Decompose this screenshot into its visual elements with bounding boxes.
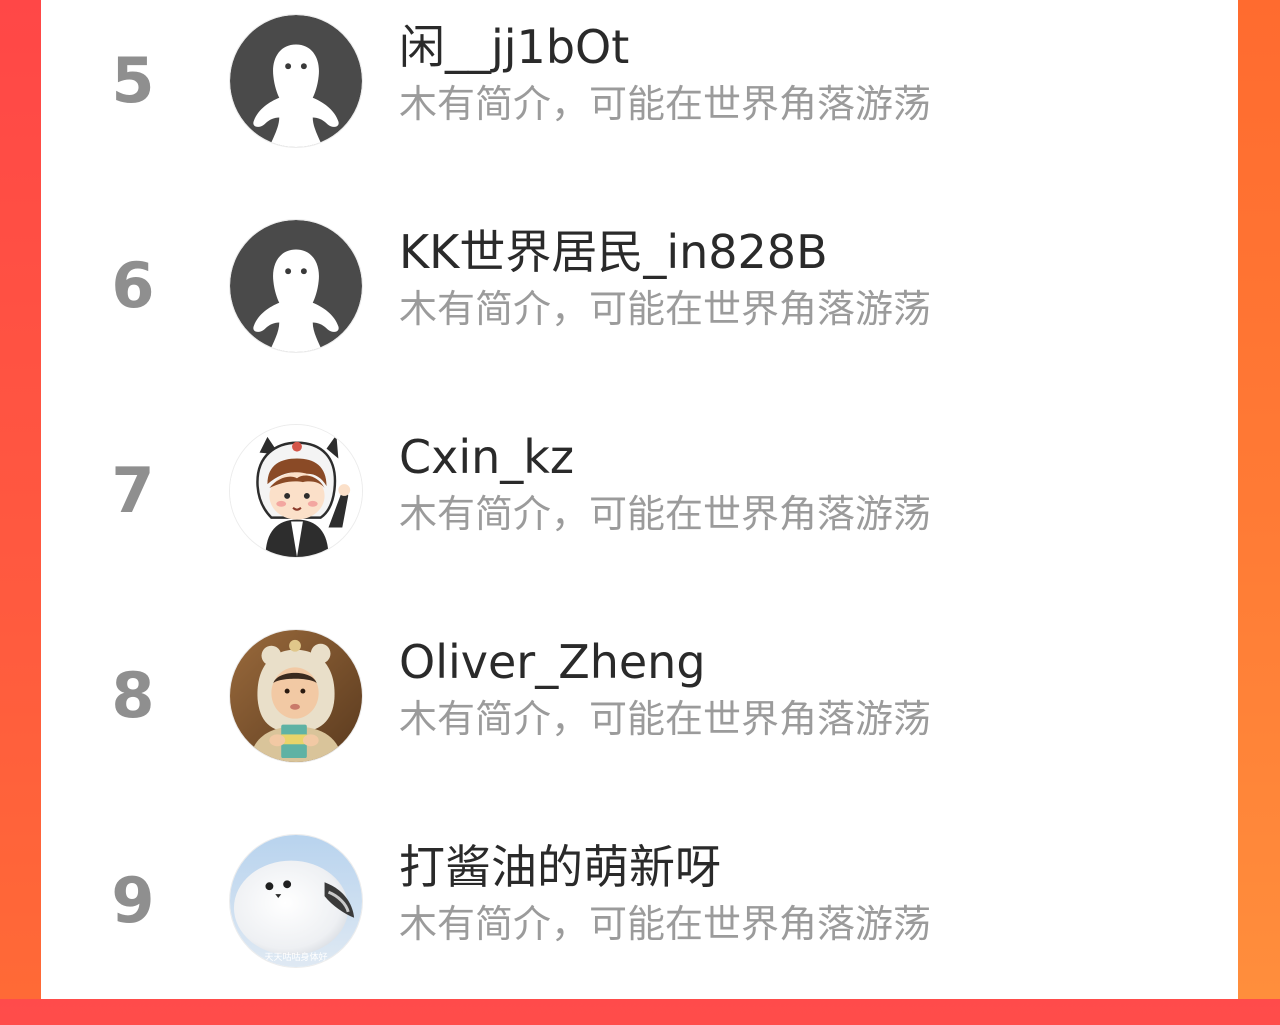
left-gradient-border [0, 0, 41, 999]
user-bio: 木有简介，可能在世界角落游荡 [399, 902, 932, 946]
user-avatar[interactable] [229, 219, 363, 353]
rank-number: 8 [111, 659, 155, 732]
user-avatar[interactable]: 天天咕咕身体好 [229, 834, 363, 968]
user-name[interactable]: KK世界居民_in828B [399, 229, 828, 275]
user-bio: 木有简介，可能在世界角落游荡 [399, 287, 932, 331]
ranking-list-panel: 5 闲__jj1bOt 木有简介，可能在世界角落游荡 6 KK世界居民_in82… [41, 0, 1238, 999]
cartoon-child-avatar-icon [230, 425, 362, 557]
ranking-row[interactable]: 6 KK世界居民_in828B 木有简介，可能在世界角落游荡 [41, 205, 1238, 410]
ranking-row[interactable]: 7 Cxin_kz 木有简介，可能在世界角落游荡 [41, 410, 1238, 615]
default-ghost-avatar-icon [230, 15, 362, 147]
white-bird-avatar-icon [230, 835, 362, 967]
ranking-row[interactable]: 8 Oliver_Zheng 木有简介，可能在世界角落游荡 [41, 615, 1238, 820]
rank-number: 7 [111, 454, 155, 527]
user-name[interactable]: 打酱油的萌新呀 [399, 844, 721, 890]
user-name[interactable]: 闲__jj1bOt [399, 24, 629, 70]
ranking-row[interactable]: 5 闲__jj1bOt 木有简介，可能在世界角落游荡 [41, 0, 1238, 205]
ranking-row[interactable]: 9 天天咕咕身体好 打酱油的萌新呀 木有简介，可能在世界角落游荡 [41, 820, 1238, 1025]
baby-photo-avatar-icon [230, 630, 362, 762]
user-bio: 木有简介，可能在世界角落游荡 [399, 697, 932, 741]
user-avatar[interactable] [229, 14, 363, 148]
rank-number: 6 [111, 249, 155, 322]
avatar-caption: 天天咕咕身体好 [264, 953, 328, 963]
rank-number: 5 [111, 44, 155, 117]
user-bio: 木有简介，可能在世界角落游荡 [399, 492, 932, 536]
user-avatar[interactable] [229, 424, 363, 558]
rank-number: 9 [111, 864, 155, 937]
right-gradient-border [1238, 0, 1280, 999]
user-name[interactable]: Cxin_kz [399, 434, 574, 480]
user-name[interactable]: Oliver_Zheng [399, 639, 706, 685]
user-bio: 木有简介，可能在世界角落游荡 [399, 82, 932, 126]
user-avatar[interactable] [229, 629, 363, 763]
default-ghost-avatar-icon [230, 220, 362, 352]
